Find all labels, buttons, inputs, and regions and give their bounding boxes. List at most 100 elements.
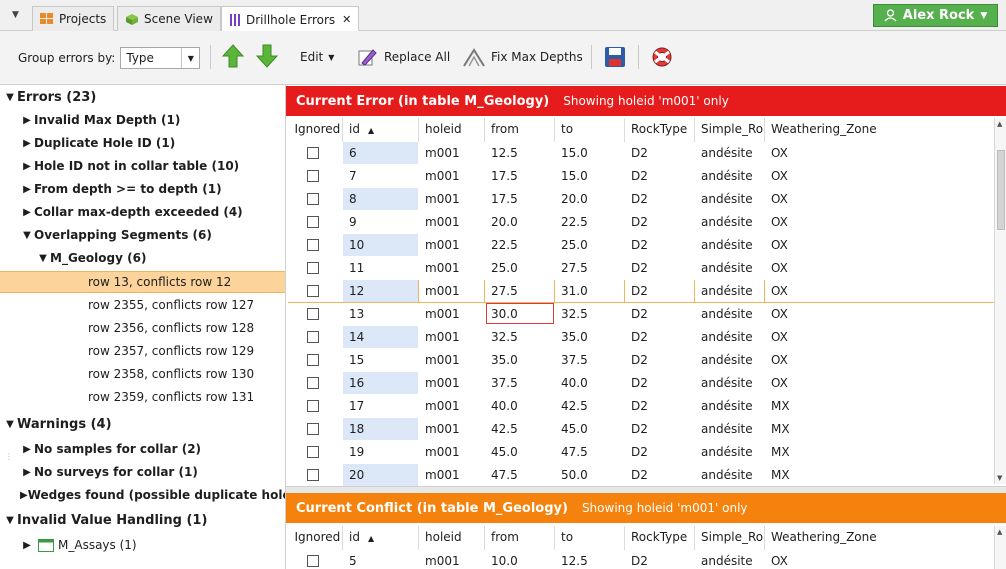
save-button[interactable] — [604, 46, 626, 68]
table-row[interactable]: 11 m001 25.0 27.5 D2 andésite OX — [289, 256, 995, 279]
cell-from[interactable]: 40.0 — [485, 394, 555, 417]
ignored-checkbox[interactable] — [307, 377, 319, 389]
cell-holeid[interactable]: m001 — [419, 233, 485, 256]
ignored-checkbox[interactable] — [307, 555, 319, 567]
expanded-triangle-icon[interactable]: ▼ — [20, 230, 34, 241]
cell-simple[interactable]: andésite — [695, 549, 765, 569]
cell-id[interactable]: 14 — [342, 325, 419, 348]
cell-to[interactable]: 22.5 — [555, 210, 625, 233]
cell-id[interactable]: 6 — [342, 141, 419, 164]
tree-duplicate-hole-id[interactable]: ▶ Duplicate Hole ID (1) — [0, 132, 285, 154]
scrollbar-thumb[interactable] — [997, 150, 1005, 230]
cell-from[interactable]: 17.5 — [485, 187, 555, 210]
cell-weather[interactable]: OX — [765, 371, 995, 394]
cell-to[interactable]: 32.5 — [555, 302, 625, 325]
ignored-checkbox[interactable] — [307, 239, 319, 251]
expanded-triangle-icon[interactable]: ▼ — [36, 253, 50, 264]
cell-rock[interactable]: D2 — [625, 164, 695, 187]
tree-warnings-group[interactable]: ▼ Warnings (4) — [0, 413, 285, 435]
cell-id[interactable]: 16 — [342, 371, 419, 394]
cell-holeid[interactable]: m001 — [419, 141, 485, 164]
cell-rock[interactable]: D2 — [625, 210, 695, 233]
cell-rock[interactable]: D2 — [625, 256, 695, 279]
table-row[interactable]: 17 m001 40.0 42.5 D2 andésite MX — [289, 394, 995, 417]
table-row[interactable]: 15 m001 35.0 37.5 D2 andésite OX — [289, 348, 995, 371]
table-row[interactable]: 14 m001 32.5 35.0 D2 andésite OX — [289, 325, 995, 348]
column-header-ignored[interactable]: Ignored — [288, 526, 343, 549]
ignored-checkbox[interactable] — [307, 423, 319, 435]
cell-from[interactable]: 17.5 — [485, 164, 555, 187]
cell-id[interactable]: 9 — [343, 210, 419, 233]
cell-from[interactable]: 37.5 — [485, 371, 555, 394]
cell-to[interactable]: 50.0 — [555, 463, 625, 486]
cell-id[interactable]: 8 — [342, 187, 419, 210]
ignored-checkbox[interactable] — [307, 331, 319, 343]
cell-weather[interactable]: OX — [765, 141, 995, 164]
cell-weather[interactable]: OX — [764, 278, 995, 303]
cell-to[interactable]: 15.0 — [555, 141, 625, 164]
column-header-id[interactable]: id ▲ — [342, 526, 419, 549]
error-table-scrollbar[interactable]: ▲ ▼ — [994, 118, 1006, 484]
cell-rock[interactable]: D2 — [625, 187, 695, 210]
cell-weather[interactable]: OX — [765, 549, 995, 569]
collapsed-triangle-icon[interactable]: ▶ — [20, 490, 28, 501]
column-header-rocktype[interactable]: RockType — [624, 118, 695, 141]
collapsed-triangle-icon[interactable]: ▶ — [20, 115, 34, 126]
panel-splitter[interactable] — [286, 486, 1006, 493]
tab-projects[interactable]: Projects — [32, 6, 115, 31]
tree-conflict-item[interactable]: row 2358, conflicts row 130 — [0, 363, 285, 385]
cell-id[interactable]: 10 — [342, 233, 419, 256]
cell-rock[interactable]: D2 — [625, 348, 695, 371]
cell-to[interactable]: 45.0 — [555, 417, 625, 440]
table-row[interactable]: 9 m001 20.0 22.5 D2 andésite OX — [289, 210, 995, 233]
cell-to[interactable]: 25.0 — [555, 233, 625, 256]
tree-m-geology[interactable]: ▼ M_Geology (6) — [0, 247, 285, 269]
cell-holeid[interactable]: m001 — [419, 302, 485, 325]
cell-id[interactable]: 11 — [343, 256, 419, 279]
tree-no-surveys[interactable]: ▶ No surveys for collar (1) — [0, 461, 285, 483]
cell-holeid[interactable]: m001 — [419, 394, 485, 417]
cell-holeid[interactable]: m001 — [419, 256, 485, 279]
cell-holeid[interactable]: m001 — [419, 463, 485, 486]
collapsed-triangle-icon[interactable]: ▶ — [20, 444, 34, 455]
cell-id[interactable]: 20 — [342, 463, 419, 486]
cell-from[interactable]: 45.0 — [485, 440, 555, 463]
cell-from[interactable]: 47.5 — [485, 463, 555, 486]
cell-from[interactable]: 12.5 — [485, 141, 555, 164]
previous-error-button[interactable] — [222, 44, 244, 68]
cell-weather[interactable]: MX — [765, 417, 995, 440]
table-row[interactable]: 10 m001 22.5 25.0 D2 andésite OX — [289, 233, 995, 256]
cell-simple[interactable]: andésite — [695, 440, 765, 463]
fix-max-depths-button[interactable]: Fix Max Depths — [462, 46, 583, 68]
ignored-checkbox[interactable] — [307, 216, 319, 228]
column-header-weathering-zone[interactable]: Weathering_Zone — [764, 526, 995, 549]
cell-weather[interactable]: MX — [765, 440, 995, 463]
cell-to[interactable]: 42.5 — [555, 394, 625, 417]
ignored-checkbox[interactable] — [307, 308, 319, 320]
cell-to[interactable]: 12.5 — [555, 549, 625, 569]
cell-simple[interactable]: andésite — [695, 348, 765, 371]
cell-rock[interactable]: D2 — [625, 302, 695, 325]
cell-from[interactable]: 22.5 — [485, 233, 555, 256]
cell-to[interactable]: 27.5 — [555, 256, 625, 279]
table-row[interactable]: 20 m001 47.5 50.0 D2 andésite MX — [289, 463, 995, 486]
expanded-triangle-icon[interactable]: ▼ — [3, 515, 17, 526]
cell-id[interactable]: 5 — [343, 549, 419, 569]
tree-conflict-item[interactable]: row 2357, conflicts row 129 — [0, 340, 285, 362]
column-header-simple-ro[interactable]: Simple_Ro — [694, 118, 765, 141]
cell-id[interactable]: 7 — [343, 164, 419, 187]
ignored-checkbox[interactable] — [307, 170, 319, 182]
help-button[interactable] — [651, 46, 673, 68]
edit-menu-button[interactable]: Edit ▼ — [300, 50, 334, 64]
cell-from[interactable]: 20.0 — [485, 210, 555, 233]
cell-rock[interactable]: D2 — [625, 233, 695, 256]
cell-rock[interactable]: D2 — [625, 440, 695, 463]
cell-weather[interactable]: MX — [765, 394, 995, 417]
ignored-checkbox[interactable] — [307, 354, 319, 366]
cell-weather[interactable]: OX — [765, 325, 995, 348]
expanded-triangle-icon[interactable]: ▼ — [3, 92, 17, 103]
collapsed-triangle-icon[interactable]: ▶ — [20, 138, 34, 149]
cell-simple[interactable]: andésite — [695, 187, 765, 210]
cell-to[interactable]: 20.0 — [555, 187, 625, 210]
tree-invalid-max-depth[interactable]: ▶ Invalid Max Depth (1) — [0, 109, 285, 131]
